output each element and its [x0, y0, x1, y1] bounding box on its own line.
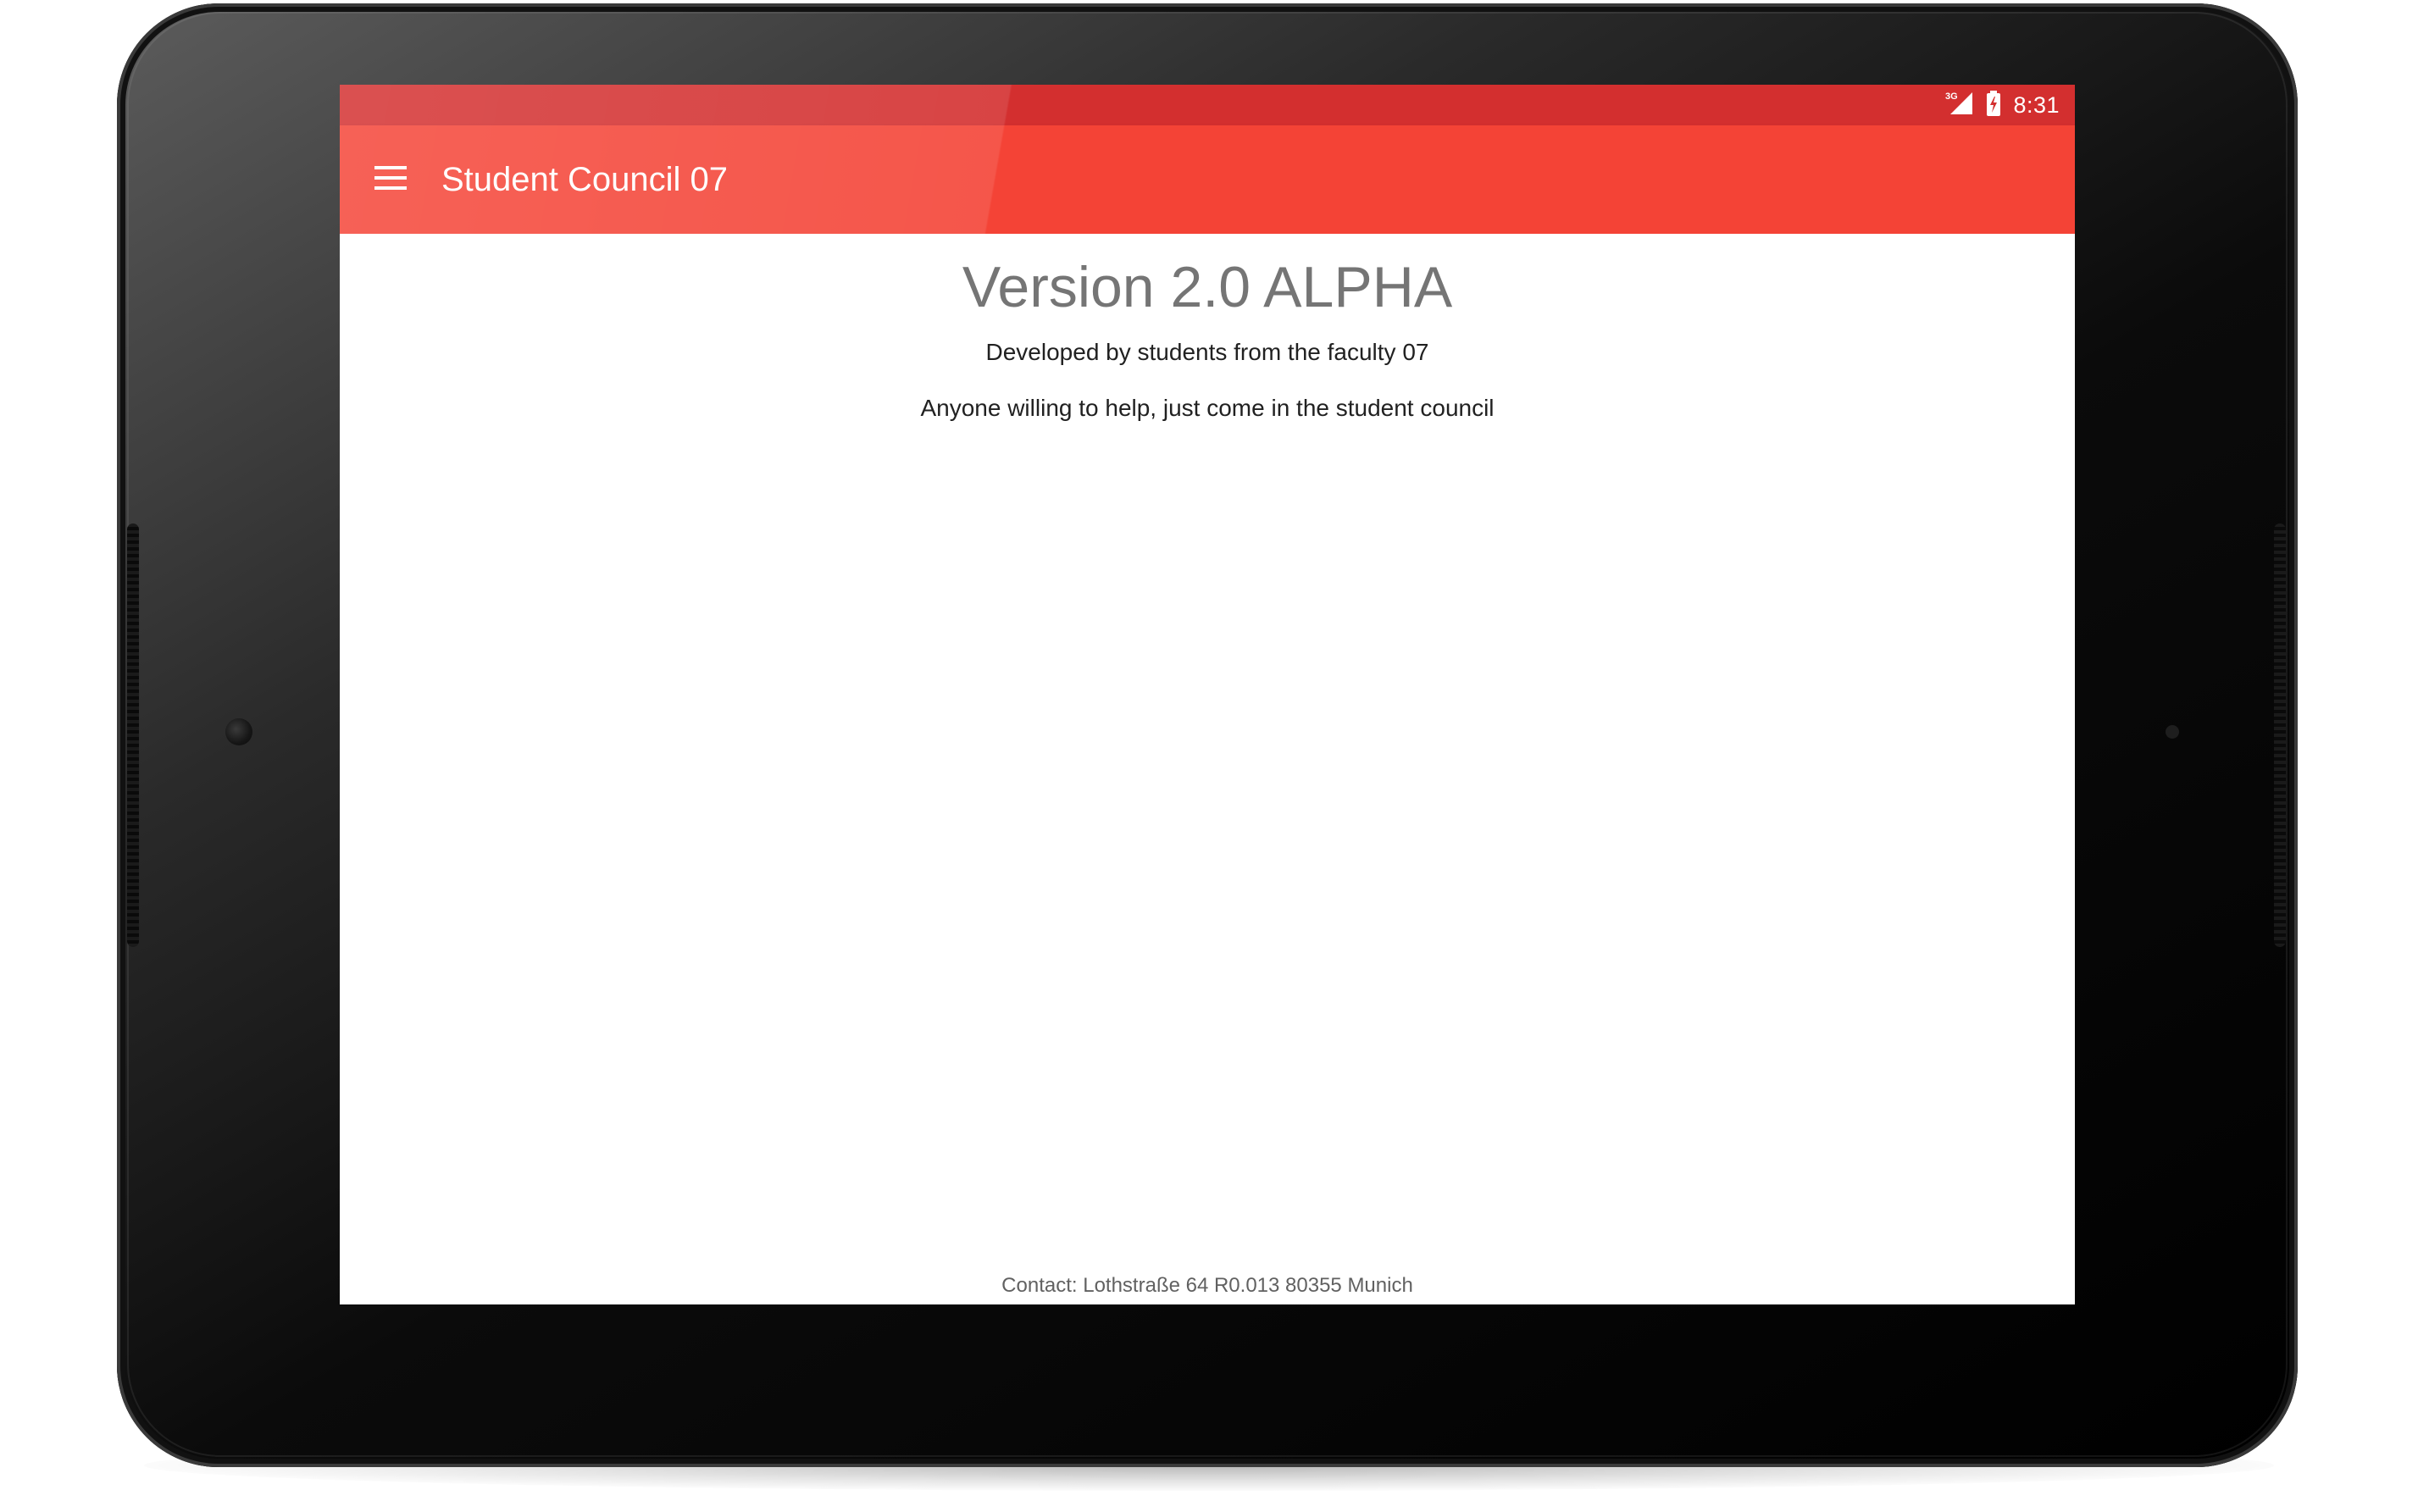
app-toolbar: Student Council 07: [340, 125, 2075, 234]
contact-text: Contact: Lothstraße 64 R0.013 80355 Muni…: [1001, 1274, 1413, 1297]
menu-icon: [374, 165, 407, 194]
navigation-drawer-button[interactable]: [367, 156, 414, 203]
light-sensor: [2166, 725, 2179, 739]
developed-by-text: Developed by students from the faculty 0…: [985, 339, 1429, 365]
tablet-screen: 3G 8:31 Student Council 07 Version 2.0 A…: [340, 85, 2075, 1304]
signal-icon: 3G: [1945, 91, 1974, 120]
front-camera: [225, 718, 252, 745]
app-title: Student Council 07: [441, 161, 729, 198]
right-speaker-grille: [2274, 523, 2286, 947]
status-indicators: 3G 8:31: [1945, 85, 2060, 125]
status-bar: 3G 8:31: [340, 85, 2075, 125]
version-title: Version 2.0 ALPHA: [962, 255, 1453, 319]
status-time: 8:31: [2013, 91, 2060, 118]
about-content: Version 2.0 ALPHA Developed by students …: [340, 234, 2075, 1304]
device-mockup-scene: 3G 8:31 Student Council 07 Version 2.0 A…: [0, 0, 2418, 1512]
help-text: Anyone willing to help, just come in the…: [920, 395, 1495, 421]
network-type-label: 3G: [1945, 91, 1958, 102]
left-speaker-grille: [127, 523, 139, 947]
battery-charging-icon: [1986, 90, 2001, 120]
